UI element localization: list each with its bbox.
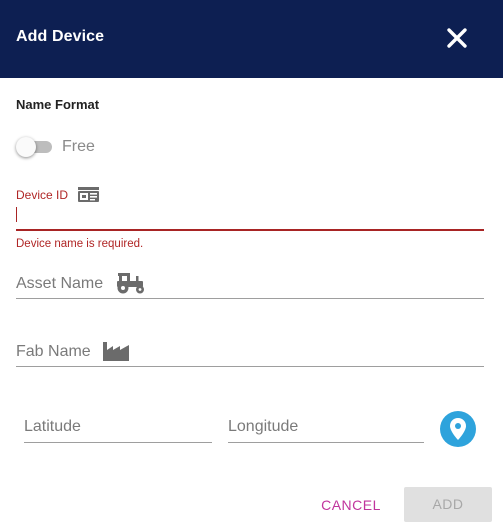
- dialog-title: Add Device: [16, 28, 105, 45]
- toggle-thumb: [16, 137, 36, 157]
- device-id-underline: [16, 229, 484, 231]
- id-card-icon: [78, 187, 99, 202]
- close-icon: [447, 28, 467, 48]
- latitude-underline: [24, 442, 212, 443]
- factory-icon: [103, 342, 129, 361]
- latitude-input[interactable]: Latitude: [24, 418, 81, 436]
- asset-name-input[interactable]: Asset Name: [16, 275, 103, 293]
- location-pin-icon: [450, 418, 466, 440]
- text-caret: [16, 207, 17, 222]
- location-button[interactable]: [440, 411, 476, 447]
- toggle-label: Free: [62, 138, 95, 155]
- add-button[interactable]: ADD: [404, 487, 492, 522]
- cancel-button[interactable]: CANCEL: [316, 490, 386, 520]
- asset-name-underline: [16, 298, 484, 299]
- dialog-header: Add Device: [0, 0, 503, 78]
- device-id-error: Device name is required.: [16, 238, 144, 250]
- longitude-underline: [228, 442, 424, 443]
- close-button[interactable]: [445, 26, 469, 50]
- fab-name-input[interactable]: Fab Name: [16, 343, 91, 361]
- fab-name-underline: [16, 366, 484, 367]
- device-id-input[interactable]: [18, 205, 478, 225]
- device-id-label: Device ID: [16, 188, 69, 202]
- name-format-label: Name Format: [16, 97, 100, 112]
- free-name-toggle[interactable]: [16, 137, 56, 157]
- tractor-icon: [117, 273, 144, 294]
- longitude-input[interactable]: Longitude: [228, 418, 298, 436]
